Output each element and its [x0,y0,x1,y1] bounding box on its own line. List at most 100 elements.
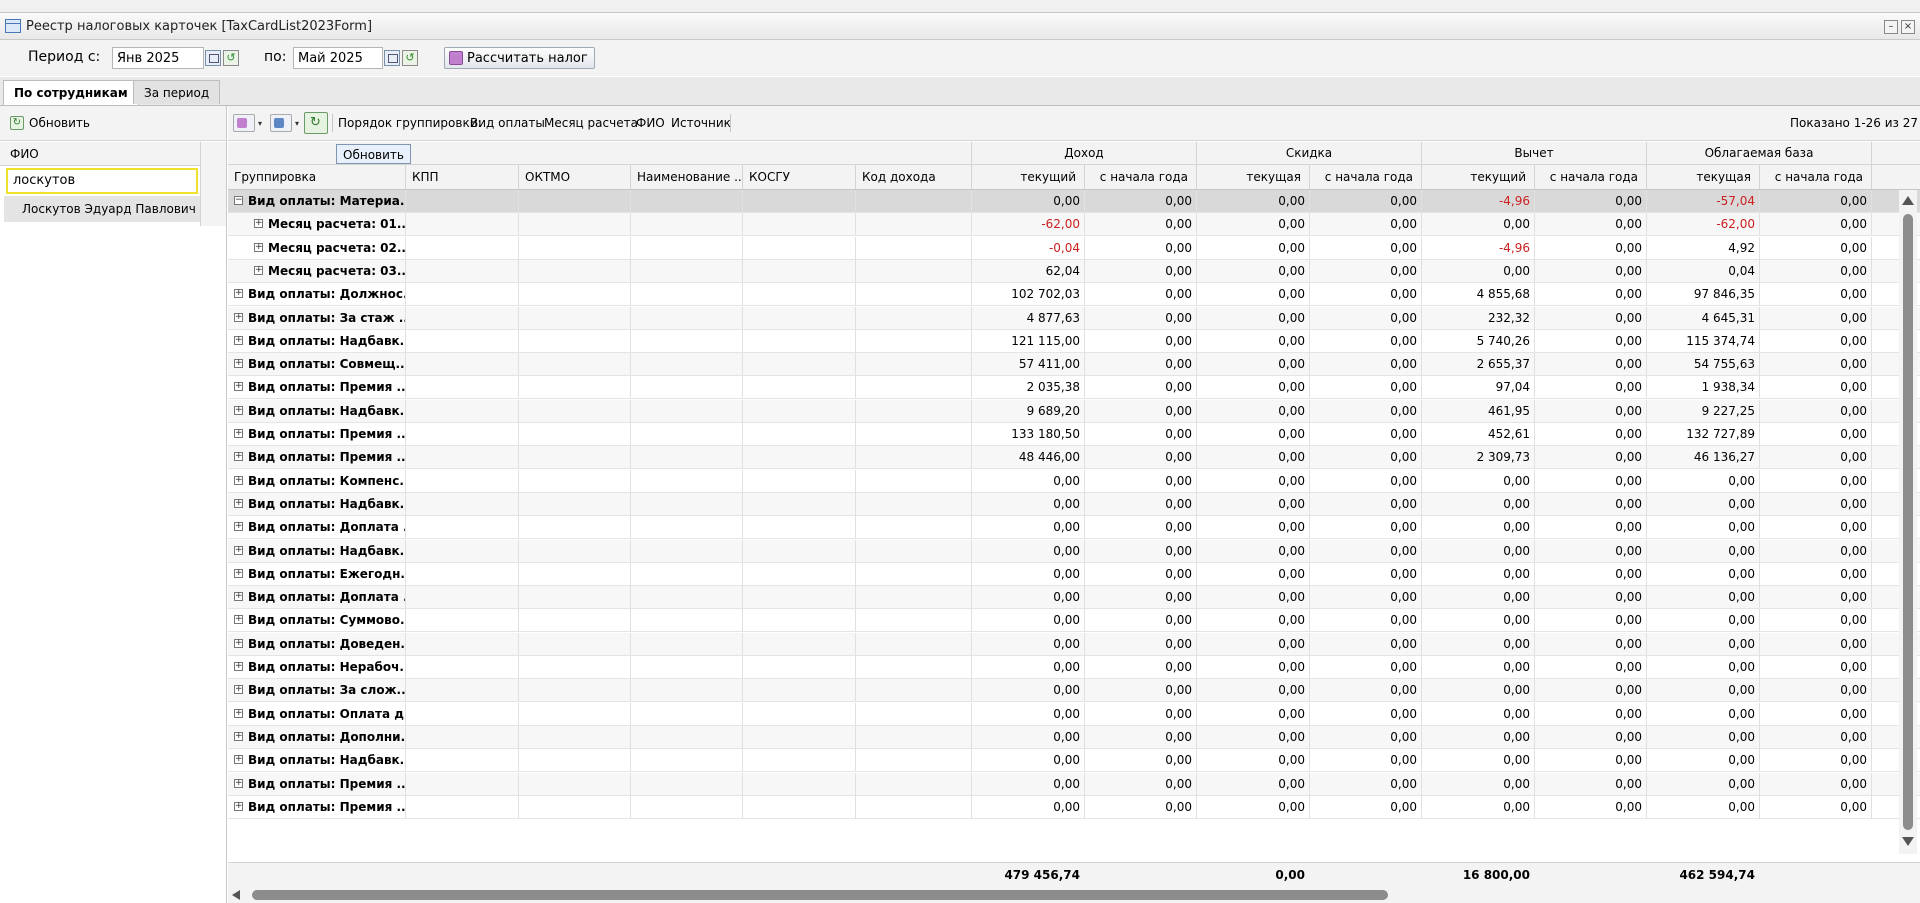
refresh-grid-button[interactable]: ↻ [304,112,328,134]
expand-icon[interactable]: + [234,498,243,508]
group-field-pay-type[interactable]: Вид оплаты [470,114,545,132]
fio-filter-input[interactable]: лоскутов [6,168,198,194]
header-discount[interactable]: Скидка [1197,142,1422,164]
expand-icon[interactable]: + [234,568,243,578]
expand-icon[interactable]: + [234,592,243,602]
expand-icon[interactable]: + [234,359,243,369]
refresh-icon[interactable]: ↻ [10,116,24,130]
expand-icon[interactable]: + [234,755,243,765]
collapse-icon[interactable]: − [234,196,243,205]
table-row[interactable]: + Вид оплаты: Ежегодн... 0,00 0,00 0,00 0,00 0… [228,562,1920,586]
employee-row[interactable]: Лоскутов Эдуард Павлович [4,196,200,222]
add-menu-button[interactable]: ▾ [233,114,262,132]
clear-icon[interactable]: ↺ [223,50,239,66]
expand-icon[interactable]: + [234,312,243,322]
column-header[interactable]: с начала года [1760,165,1872,189]
expand-icon[interactable]: + [234,382,243,392]
table-row[interactable]: + Вид оплаты: Премия ... 133 180,50 0,00 0,0… [228,423,1920,446]
print-menu-button[interactable]: ▾ [270,114,299,132]
group-field-month[interactable]: Месяц расчета [544,114,638,132]
table-row[interactable]: + Вид оплаты: Совмещ... 57 411,00 0,00 0,00 0… [228,353,1920,377]
table-row[interactable]: + Вид оплаты: За стаж ... 4 877,63 0,00 0,00… [228,306,1920,330]
table-row[interactable]: + Вид оплаты: Доведен... 0,00 0,00 0,00 0,00 0… [228,632,1920,656]
table-row[interactable]: + Вид оплаты: Надбавк... 121 115,00 0,00 0,0… [228,329,1920,353]
calculate-tax-button[interactable]: Рассчитать налог [444,47,595,69]
table-row[interactable]: + Вид оплаты: Надбавк... 0,00 0,00 0,00 0,00 0… [228,749,1920,773]
expand-icon[interactable]: + [234,522,243,532]
expand-icon[interactable]: + [234,289,243,299]
table-row[interactable]: + Вид оплаты: Суммово... 0,00 0,00 0,00 0,00 0… [228,609,1920,633]
table-row[interactable]: + Вид оплаты: Премия ... 2 035,38 0,00 0,00 0… [228,376,1920,400]
expand-icon[interactable]: + [234,429,243,438]
scroll-down-icon[interactable] [1902,837,1914,846]
group-field-source[interactable]: Источник [671,114,731,132]
expand-icon[interactable]: + [234,475,243,485]
minimize-icon[interactable]: – [1884,20,1898,34]
expand-icon[interactable]: + [234,638,243,648]
expand-icon[interactable]: + [254,219,263,229]
expand-icon[interactable]: + [234,778,243,788]
table-row[interactable]: + Вид оплаты: Доплата ... 0,00 0,00 0,00 0,00… [228,586,1920,610]
table-row[interactable]: + Месяц расчета: 01.... -62,00 0,00 0,00 0,00… [228,213,1920,237]
horizontal-scroll-thumb[interactable] [252,890,1388,900]
expand-icon[interactable]: + [254,242,263,252]
expand-icon[interactable]: + [234,545,243,555]
column-header[interactable]: с начала года [1310,165,1422,189]
column-header[interactable]: текущий [972,165,1085,189]
table-row[interactable]: + Вид оплаты: Должнос... 102 702,03 0,00 0,0… [228,283,1920,307]
close-icon[interactable]: × [1901,20,1915,34]
group-field-fio[interactable]: ФИО [636,114,665,132]
table-row[interactable]: − Вид оплаты: Материа... 0,00 0,00 0,00 0,00-… [228,190,1920,213]
header-deduction[interactable]: Вычет [1422,142,1647,164]
table-row[interactable]: + Вид оплаты: За слож... 0,00 0,00 0,00 0,00 0… [228,679,1920,703]
calendar-icon[interactable] [205,50,221,66]
scroll-left-icon[interactable] [232,890,240,900]
header-taxable-base[interactable]: Облагаемая база [1647,142,1872,164]
expand-icon[interactable]: + [234,662,243,671]
horizontal-scrollbar[interactable] [228,887,1920,903]
column-header[interactable]: Группировка [228,165,406,189]
expand-icon[interactable]: + [234,452,243,462]
expand-icon[interactable]: + [234,685,243,695]
tab-by-period[interactable]: За период [133,80,221,104]
table-row[interactable]: + Вид оплаты: Премия ... 0,00 0,00 0,00 0,00 0… [228,795,1920,819]
column-header[interactable]: с начала года [1085,165,1197,189]
column-header[interactable]: Наименование ... [631,165,743,189]
table-row[interactable]: + Вид оплаты: Дополни... 0,00 0,00 0,00 0,00 0… [228,725,1920,749]
column-header[interactable]: КОСГУ [743,165,856,189]
table-row[interactable]: + Вид оплаты: Надбавк... 9 689,20 0,00 0,00 0… [228,399,1920,423]
calendar-icon[interactable] [384,50,400,66]
column-header[interactable]: Код дохода [856,165,972,189]
column-header[interactable]: с начала года [1535,165,1647,189]
table-row[interactable]: + Вид оплаты: Надбавк... 0,00 0,00 0,00 0,00 0… [228,492,1920,516]
table-row[interactable]: + Вид оплаты: Доплата ... 0,00 0,00 0,00 0,00… [228,516,1920,540]
expand-icon[interactable]: + [234,801,243,811]
scroll-up-icon[interactable] [1902,196,1914,205]
table-row[interactable]: + Вид оплаты: Премия ... 0,00 0,00 0,00 0,00 0… [228,772,1920,796]
table-row[interactable]: + Месяц расчета: 03.... 62,04 0,00 0,00 0,00 0… [228,259,1920,283]
clear-icon[interactable]: ↺ [402,50,418,66]
table-row[interactable]: + Вид оплаты: Надбавк... 0,00 0,00 0,00 0,00 0… [228,539,1920,563]
table-row[interactable]: + Вид оплаты: Компенс... 0,00 0,00 0,00 0,00 0… [228,469,1920,493]
vertical-scrollbar[interactable] [1899,190,1917,854]
vertical-scroll-thumb[interactable] [1903,214,1913,830]
expand-icon[interactable]: + [234,405,243,415]
expand-icon[interactable]: + [234,615,243,625]
expand-icon[interactable]: + [234,731,243,741]
period-to-field[interactable]: Май 2025 [293,47,383,69]
table-row[interactable]: + Вид оплаты: Оплата д... 0,00 0,00 0,00 0,00… [228,702,1920,726]
column-header[interactable]: текущий [1422,165,1535,189]
expand-icon[interactable]: + [234,335,243,345]
refresh-button[interactable]: Обновить [29,114,90,132]
column-header[interactable]: ОКТМО [519,165,631,189]
period-from-field[interactable]: Янв 2025 [112,47,204,69]
table-row[interactable]: + Вид оплаты: Нерабоч... 0,00 0,00 0,00 0,00 0… [228,656,1920,679]
table-row[interactable]: + Вид оплаты: Премия ... 48 446,00 0,00 0,00… [228,446,1920,470]
tab-by-employees[interactable]: По сотрудникам [3,80,139,105]
column-header[interactable]: текущая [1197,165,1310,189]
table-row[interactable]: + Месяц расчета: 02.... -0,04 0,00 0,00 0,00-… [228,236,1920,260]
fio-column-header[interactable]: ФИО [0,142,200,166]
expand-icon[interactable]: + [254,265,263,275]
column-header[interactable]: текущая [1647,165,1760,189]
expand-icon[interactable]: + [234,708,243,718]
